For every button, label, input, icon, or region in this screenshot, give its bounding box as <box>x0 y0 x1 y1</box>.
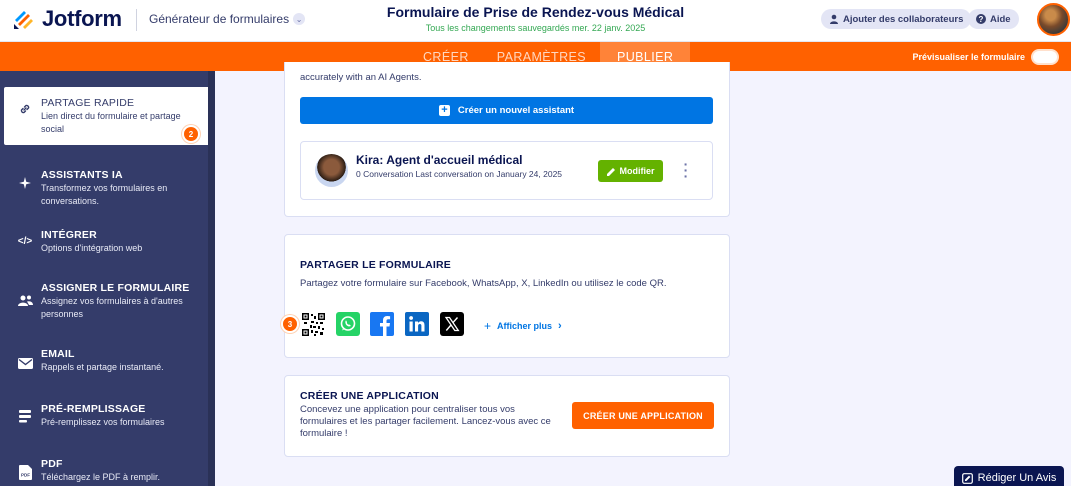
linkedin-icon[interactable] <box>405 312 429 336</box>
create-assistant-button[interactable]: + Créer un nouvel assistant <box>300 97 713 124</box>
agent-avatar <box>315 154 348 187</box>
sidebar-item-ai-assistants[interactable]: ASSISTANTS IA Transformez vos formulaire… <box>0 157 208 207</box>
edit-agent-label: Modifier <box>619 166 655 176</box>
svg-text:PDF: PDF <box>21 472 30 477</box>
write-review-button[interactable]: Rédiger Un Avis <box>954 466 1064 486</box>
mail-icon <box>17 355 33 371</box>
sidebar-item-title: EMAIL <box>41 348 75 360</box>
prefill-icon <box>17 408 33 424</box>
edit-agent-button[interactable]: Modifier <box>598 160 663 182</box>
show-more-label: Afficher plus <box>497 321 553 331</box>
edit-note-icon <box>961 472 973 484</box>
share-form-card <box>284 234 730 358</box>
user-icon <box>830 14 838 24</box>
create-app-title: CRÉER UNE APPLICATION <box>300 390 439 402</box>
more-options-icon[interactable]: · · · <box>681 157 691 183</box>
sidebar-item-title: PRÉ-REMPLISSAGE <box>41 403 146 415</box>
share-description: Partagez votre formulaire sur Facebook, … <box>300 278 667 289</box>
add-collaborators-label: Ajouter des collaborateurs <box>843 13 964 25</box>
plus-icon: + <box>438 105 450 116</box>
help-icon: ? <box>976 14 986 24</box>
sidebar-item-desc: Téléchargez le PDF à remplir. <box>41 472 161 482</box>
ai-section-description: accurately with an AI Agents. <box>300 72 422 83</box>
sidebar-item-title: ASSIGNER LE FORMULAIRE <box>41 282 190 294</box>
sidebar-item-desc: Assignez vos formulaires à d'autres pers… <box>41 296 183 319</box>
agent-meta: 0 Conversation Last conversation on Janu… <box>356 169 563 179</box>
create-app-button[interactable]: CRÉER UNE APPLICATION <box>572 402 714 429</box>
create-assistant-label: Créer un nouvel assistant <box>457 105 575 116</box>
avatar[interactable] <box>1037 3 1070 36</box>
sidebar-scrollbar[interactable] <box>208 71 215 486</box>
sidebar-item-title: ASSISTANTS IA <box>41 169 123 181</box>
share-title: PARTAGER LE FORMULAIRE <box>300 259 452 271</box>
agent-item: Kira: Agent d'accueil médical 0 Conversa… <box>300 141 713 200</box>
pdf-icon: PDF <box>17 464 33 480</box>
whatsapp-icon[interactable] <box>336 312 360 336</box>
preview-form-control[interactable]: Prévisualiser le formulaire <box>912 49 1059 65</box>
sidebar-item-embed[interactable]: </> INTÉGRER Options d'intégration web <box>0 217 208 261</box>
sidebar-item-pdf[interactable]: PDF PDF Téléchargez le PDF à remplir. <box>0 446 208 486</box>
sidebar-item-desc: Transformez vos formulaires en conversat… <box>41 183 168 206</box>
svg-text:?: ? <box>979 15 984 24</box>
sidebar-item-email[interactable]: EMAIL Rappels et partage instantané. <box>0 336 208 382</box>
sidebar-item-title: PARTAGE RAPIDE <box>41 97 135 109</box>
qr-code-icon[interactable] <box>301 312 325 336</box>
code-icon: </> <box>17 235 33 247</box>
show-more-link[interactable]: + Afficher plus › <box>484 319 562 333</box>
sidebar-item-prefill[interactable]: PRÉ-REMPLISSAGE Pré-remplissez vos formu… <box>0 391 208 437</box>
facebook-icon[interactable] <box>370 312 394 336</box>
preview-toggle[interactable] <box>1031 49 1059 65</box>
sidebar-item-title: PDF <box>41 458 63 470</box>
agent-name: Kira: Agent d'accueil médical <box>356 153 523 167</box>
users-icon <box>17 292 33 308</box>
x-icon[interactable] <box>440 312 464 336</box>
sidebar-item-assign-form[interactable]: ASSIGNER LE FORMULAIRE Assignez vos form… <box>0 270 208 330</box>
link-icon <box>17 101 33 117</box>
pencil-icon <box>606 167 615 176</box>
preview-label: Prévisualiser le formulaire <box>912 52 1025 62</box>
write-review-label: Rédiger Un Avis <box>977 472 1057 484</box>
sparkle-icon <box>17 175 33 191</box>
step-badge-3: 3 <box>281 315 299 333</box>
sidebar-item-quick-share[interactable]: PARTAGE RAPIDE Lien direct du formulaire… <box>4 87 208 145</box>
help-label: Aide <box>990 13 1011 25</box>
sidebar-item-desc: Options d'intégration web <box>41 243 143 253</box>
plus-icon: + <box>484 319 492 333</box>
sidebar-item-desc: Pré-remplissez vos formulaires <box>41 417 165 427</box>
create-app-description: Concevez une application pour centralise… <box>300 404 551 439</box>
sidebar-item-desc: Lien direct du formulaire et partage soc… <box>41 111 181 134</box>
step-badge-2: 2 <box>182 125 200 143</box>
help-button[interactable]: ? Aide <box>968 9 1019 29</box>
sidebar-item-desc: Rappels et partage instantané. <box>41 362 164 372</box>
chevron-right-icon: › <box>558 320 562 332</box>
add-collaborators-button[interactable]: Ajouter des collaborateurs <box>821 9 972 29</box>
sidebar-item-title: INTÉGRER <box>41 229 97 241</box>
top-header: Jotform Générateur de formulaires ⌄ Form… <box>0 0 1071 42</box>
